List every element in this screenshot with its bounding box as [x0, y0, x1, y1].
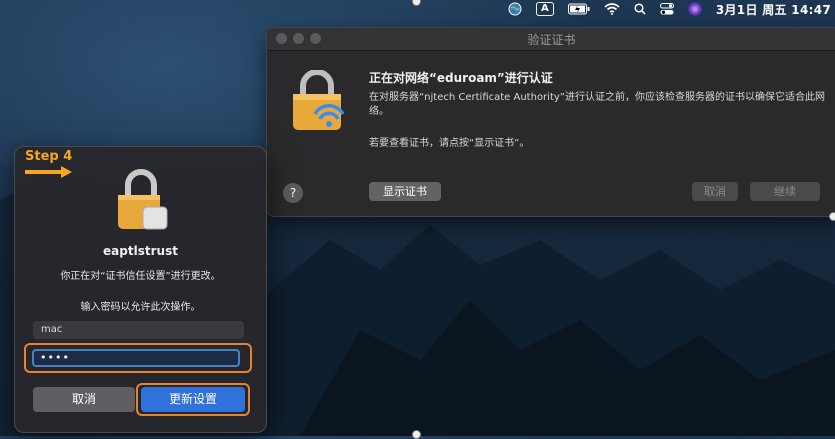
input-source-icon[interactable]: A	[535, 0, 554, 18]
cancel-button[interactable]: 取消	[692, 182, 738, 201]
arrow-right-icon	[25, 166, 72, 178]
window-title: 验证证书	[527, 33, 576, 47]
cert-instruction: 若要查看证书，请点按“显示证书”。	[369, 138, 530, 149]
help-button[interactable]: ?	[283, 183, 303, 203]
cert-description: 在对服务器“njtech Certificate Authority”进行认证之…	[369, 92, 825, 117]
lock-icon	[118, 169, 168, 230]
wifi-icon[interactable]	[604, 0, 620, 18]
continue-button[interactable]: 继续	[750, 182, 820, 201]
password-field[interactable]: ••••	[32, 349, 240, 367]
wifi-lock-icon	[293, 70, 345, 130]
control-center-icon[interactable]	[659, 0, 674, 18]
siri-icon[interactable]	[688, 0, 702, 18]
app-name: eaptlstrust	[103, 244, 178, 258]
update-settings-button[interactable]: 更新设置	[141, 387, 245, 412]
cert-heading: 正在对网络“eduroam”进行认证	[369, 71, 553, 85]
password-highlight: ••••	[24, 343, 252, 373]
step-annotation: Step 4	[25, 149, 73, 164]
input-indicator: A	[535, 2, 554, 16]
window-titlebar[interactable]: 验证证书	[267, 28, 835, 51]
cancel-auth-button[interactable]: 取消	[33, 387, 135, 412]
globe-icon[interactable]	[508, 0, 522, 18]
update-button-highlight: 更新设置	[136, 383, 250, 416]
resize-handle-right[interactable]	[829, 212, 835, 221]
auth-message: 你正在对“证书信任设置”进行更改。	[60, 271, 221, 282]
resize-handle-bottom[interactable]	[412, 430, 421, 439]
search-icon[interactable]	[634, 0, 646, 18]
authentication-dialog: Step 4 eaptlstrust 你正在对“证书信任设置”进行更改。 输入密…	[14, 146, 267, 433]
menubar-clock[interactable]: 3月1日 周五 14:47	[716, 0, 831, 18]
show-certificate-button[interactable]: 显示证书	[369, 182, 441, 201]
verify-certificate-window: 验证证书 正在对网络“eduroam”进行认证 在对服务器“njtech Cer…	[266, 27, 835, 217]
battery-icon[interactable]	[567, 0, 590, 18]
username-field[interactable]: mac	[33, 321, 244, 339]
auth-prompt: 输入密码以允许此次操作。	[80, 302, 201, 313]
